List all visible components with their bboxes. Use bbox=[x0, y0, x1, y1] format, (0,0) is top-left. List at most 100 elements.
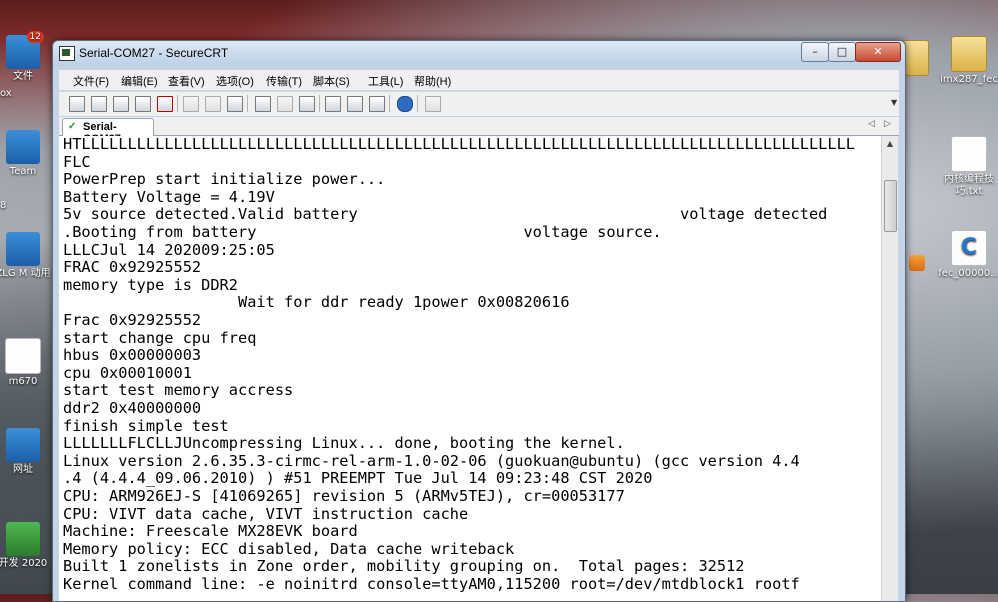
terminal-line: start test memory accress bbox=[63, 381, 294, 400]
terminal-line: Kernel command line: -e noinitrd console… bbox=[63, 575, 800, 593]
terminal-line: finish simple test bbox=[63, 416, 229, 435]
partial-desktop-label: ox bbox=[0, 88, 12, 99]
terminal-line: Memory policy: ECC disabled, Data cache … bbox=[63, 539, 515, 558]
ie-browser-icon bbox=[6, 428, 40, 462]
terminal-line: 5v source detected.Valid battery voltage… bbox=[63, 205, 828, 224]
folder-icon bbox=[951, 36, 987, 72]
terminal-line: CPU: VIVT data cache, VIVT instruction c… bbox=[63, 504, 469, 523]
terminal-line: .Booting from battery voltage source. bbox=[63, 223, 662, 241]
minimize-button[interactable]: – bbox=[801, 42, 829, 62]
tab-prev-icon[interactable]: ◁ bbox=[868, 119, 875, 129]
connect-tab-icon[interactable] bbox=[113, 96, 129, 112]
terminal-line: CPU: ARM926EJ-S [41069265] revision 5 (A… bbox=[63, 487, 625, 505]
menu-view[interactable]: 查看(V) bbox=[168, 73, 205, 89]
desktop-icon-label: Team bbox=[9, 166, 37, 177]
desktop-icon-partial-orange[interactable] bbox=[904, 255, 930, 273]
word-doc-icon bbox=[6, 232, 40, 266]
app-shortcut-icon bbox=[909, 255, 925, 271]
menu-file[interactable]: 文件(F) bbox=[73, 73, 109, 89]
close-button[interactable]: ✕ bbox=[855, 42, 901, 62]
terminal-line: start change cpu freq bbox=[63, 328, 257, 347]
maximize-button[interactable]: □ bbox=[828, 42, 856, 62]
menu-bar: 文件(F) 编辑(E) 查看(V) 选项(O) 传输(T) 脚本(S) 工具(L… bbox=[59, 70, 899, 90]
terminal-line: HTLLLLLLLLLLLLLLLLLLLLLLLLLLLLLLLLLLLLLL… bbox=[63, 136, 856, 153]
terminal-line: Battery Voltage = 4.19V bbox=[63, 187, 275, 206]
desktop-icon-kernel-tips[interactable]: 内核编程技巧.txt bbox=[934, 136, 998, 198]
desktop-icon-browser[interactable]: 网址 bbox=[0, 428, 54, 476]
teamviewer-icon bbox=[6, 130, 40, 164]
partial-desktop-label: 8 bbox=[0, 200, 7, 211]
desktop-icon-team[interactable]: Team bbox=[0, 130, 54, 178]
desktop-icon-label: ZLG M 动用 bbox=[0, 268, 51, 279]
terminal-output[interactable]: HTLLLLLLLLLLLLLLLLLLLLLLLLLLLLLLLLLLLLLL… bbox=[59, 136, 881, 601]
window-title: Serial-COM27 - SecureCRT bbox=[79, 46, 229, 60]
keymap-icon[interactable] bbox=[369, 96, 385, 112]
desktop-icon-label: imx287_fec bbox=[940, 74, 998, 85]
vertical-scrollbar[interactable]: ▲ bbox=[881, 136, 898, 601]
toolbar-overflow-icon[interactable]: ▼ bbox=[891, 98, 897, 107]
desktop-icon-zlg[interactable]: ZLG M 动用 bbox=[0, 232, 54, 280]
toolbar: ▼ bbox=[59, 91, 899, 116]
tab-next-icon[interactable]: ▷ bbox=[884, 119, 891, 129]
terminal-line: PowerPrep start initialize power... bbox=[63, 170, 386, 189]
title-bar[interactable]: Serial-COM27 - SecureCRT – □ ✕ bbox=[53, 41, 905, 66]
terminal-line: Frac 0x92925552 bbox=[63, 311, 202, 329]
menu-options[interactable]: 选项(O) bbox=[216, 73, 254, 89]
connected-check-icon: ✓ bbox=[68, 121, 77, 132]
print-icon[interactable] bbox=[255, 96, 271, 112]
copy-icon[interactable] bbox=[183, 96, 199, 112]
menu-tools[interactable]: 工具(L) bbox=[368, 73, 403, 89]
print-selection-icon[interactable] bbox=[277, 96, 293, 112]
securecrt-window[interactable]: Serial-COM27 - SecureCRT – □ ✕ 文件(F) 编辑(… bbox=[52, 40, 906, 602]
print-setup-icon[interactable] bbox=[299, 96, 315, 112]
desktop-icon-label: m670 bbox=[8, 376, 38, 387]
desktop-icon-label: 内核编程技巧.txt bbox=[944, 174, 994, 197]
tab-serial-com27[interactable]: ✓ Serial-COM27 bbox=[62, 118, 154, 145]
sftp-icon[interactable] bbox=[425, 96, 441, 112]
app-shortcut-icon: 12 bbox=[6, 31, 44, 69]
terminal-line: hbus 0x00000003 bbox=[63, 346, 202, 365]
desktop-icon-files[interactable]: 12 文件 bbox=[0, 31, 54, 83]
scrollbar-thumb[interactable] bbox=[884, 180, 897, 232]
desktop-icon-label: 网址 bbox=[13, 464, 33, 475]
session-options-icon[interactable] bbox=[325, 96, 341, 112]
scroll-up-icon[interactable]: ▲ bbox=[882, 136, 898, 152]
desktop-icon-m670[interactable]: m670 bbox=[0, 338, 54, 388]
terminal-line: ddr2 0x40000000 bbox=[63, 399, 202, 417]
desktop-icon-label: 开发 2020 bbox=[0, 558, 48, 569]
reconnect-icon[interactable] bbox=[135, 96, 151, 112]
menu-script[interactable]: 脚本(S) bbox=[313, 73, 350, 89]
securecrt-app-icon bbox=[59, 46, 75, 61]
connect-icon[interactable] bbox=[69, 96, 85, 112]
terminal-line: Machine: Freescale MX28EVK board bbox=[63, 522, 358, 541]
menu-edit[interactable]: 编辑(E) bbox=[121, 73, 158, 89]
global-options-icon[interactable] bbox=[347, 96, 363, 112]
terminal-line: Wait for ddr ready 1power 0x00820616 bbox=[63, 293, 570, 312]
terminal-line: memory type is DDR2 bbox=[63, 275, 238, 294]
terminal-line: Built 1 zonelists in Zone order, mobilit… bbox=[63, 557, 745, 576]
terminal-line: cpu 0x00010001 bbox=[63, 363, 192, 382]
quick-connect-icon[interactable] bbox=[91, 96, 107, 112]
desktop-icon-imx287[interactable]: imx287_fec bbox=[934, 36, 998, 86]
desktop-icon-label: 文件 bbox=[13, 71, 33, 82]
desktop-icon-dev[interactable]: 开发 2020 bbox=[0, 522, 54, 570]
session-tab-bar: ✓ Serial-COM27 ◁ ▷ bbox=[59, 117, 899, 145]
c-source-file-icon: C bbox=[951, 230, 987, 266]
paste-icon[interactable] bbox=[205, 96, 221, 112]
menu-help[interactable]: 帮助(H) bbox=[414, 73, 451, 89]
help-icon[interactable] bbox=[397, 96, 413, 112]
desktop-icon-label: fec_00000... bbox=[938, 268, 998, 279]
notification-badge: 12 bbox=[26, 31, 44, 43]
desktop-icon-fec[interactable]: C fec_00000... bbox=[934, 230, 998, 280]
menu-transfer[interactable]: 传输(T) bbox=[266, 73, 302, 89]
terminal-line: .4 (4.4.4_09.06.2010) ) #51 PREEMPT Tue … bbox=[63, 469, 653, 488]
excel-doc-icon bbox=[6, 522, 40, 556]
find-icon[interactable] bbox=[227, 96, 243, 112]
terminal-line: FLC bbox=[63, 152, 91, 171]
text-file-icon bbox=[951, 136, 987, 172]
terminal-line: Linux version 2.6.35.3-cirmc-rel-arm-1.0… bbox=[63, 451, 800, 470]
disconnect-icon[interactable] bbox=[157, 96, 173, 112]
terminal-line: LLLCJul 14 202009:25:05 bbox=[63, 240, 275, 259]
file-icon bbox=[5, 338, 41, 374]
terminal-line: FRAC 0x92925552 bbox=[63, 258, 202, 277]
